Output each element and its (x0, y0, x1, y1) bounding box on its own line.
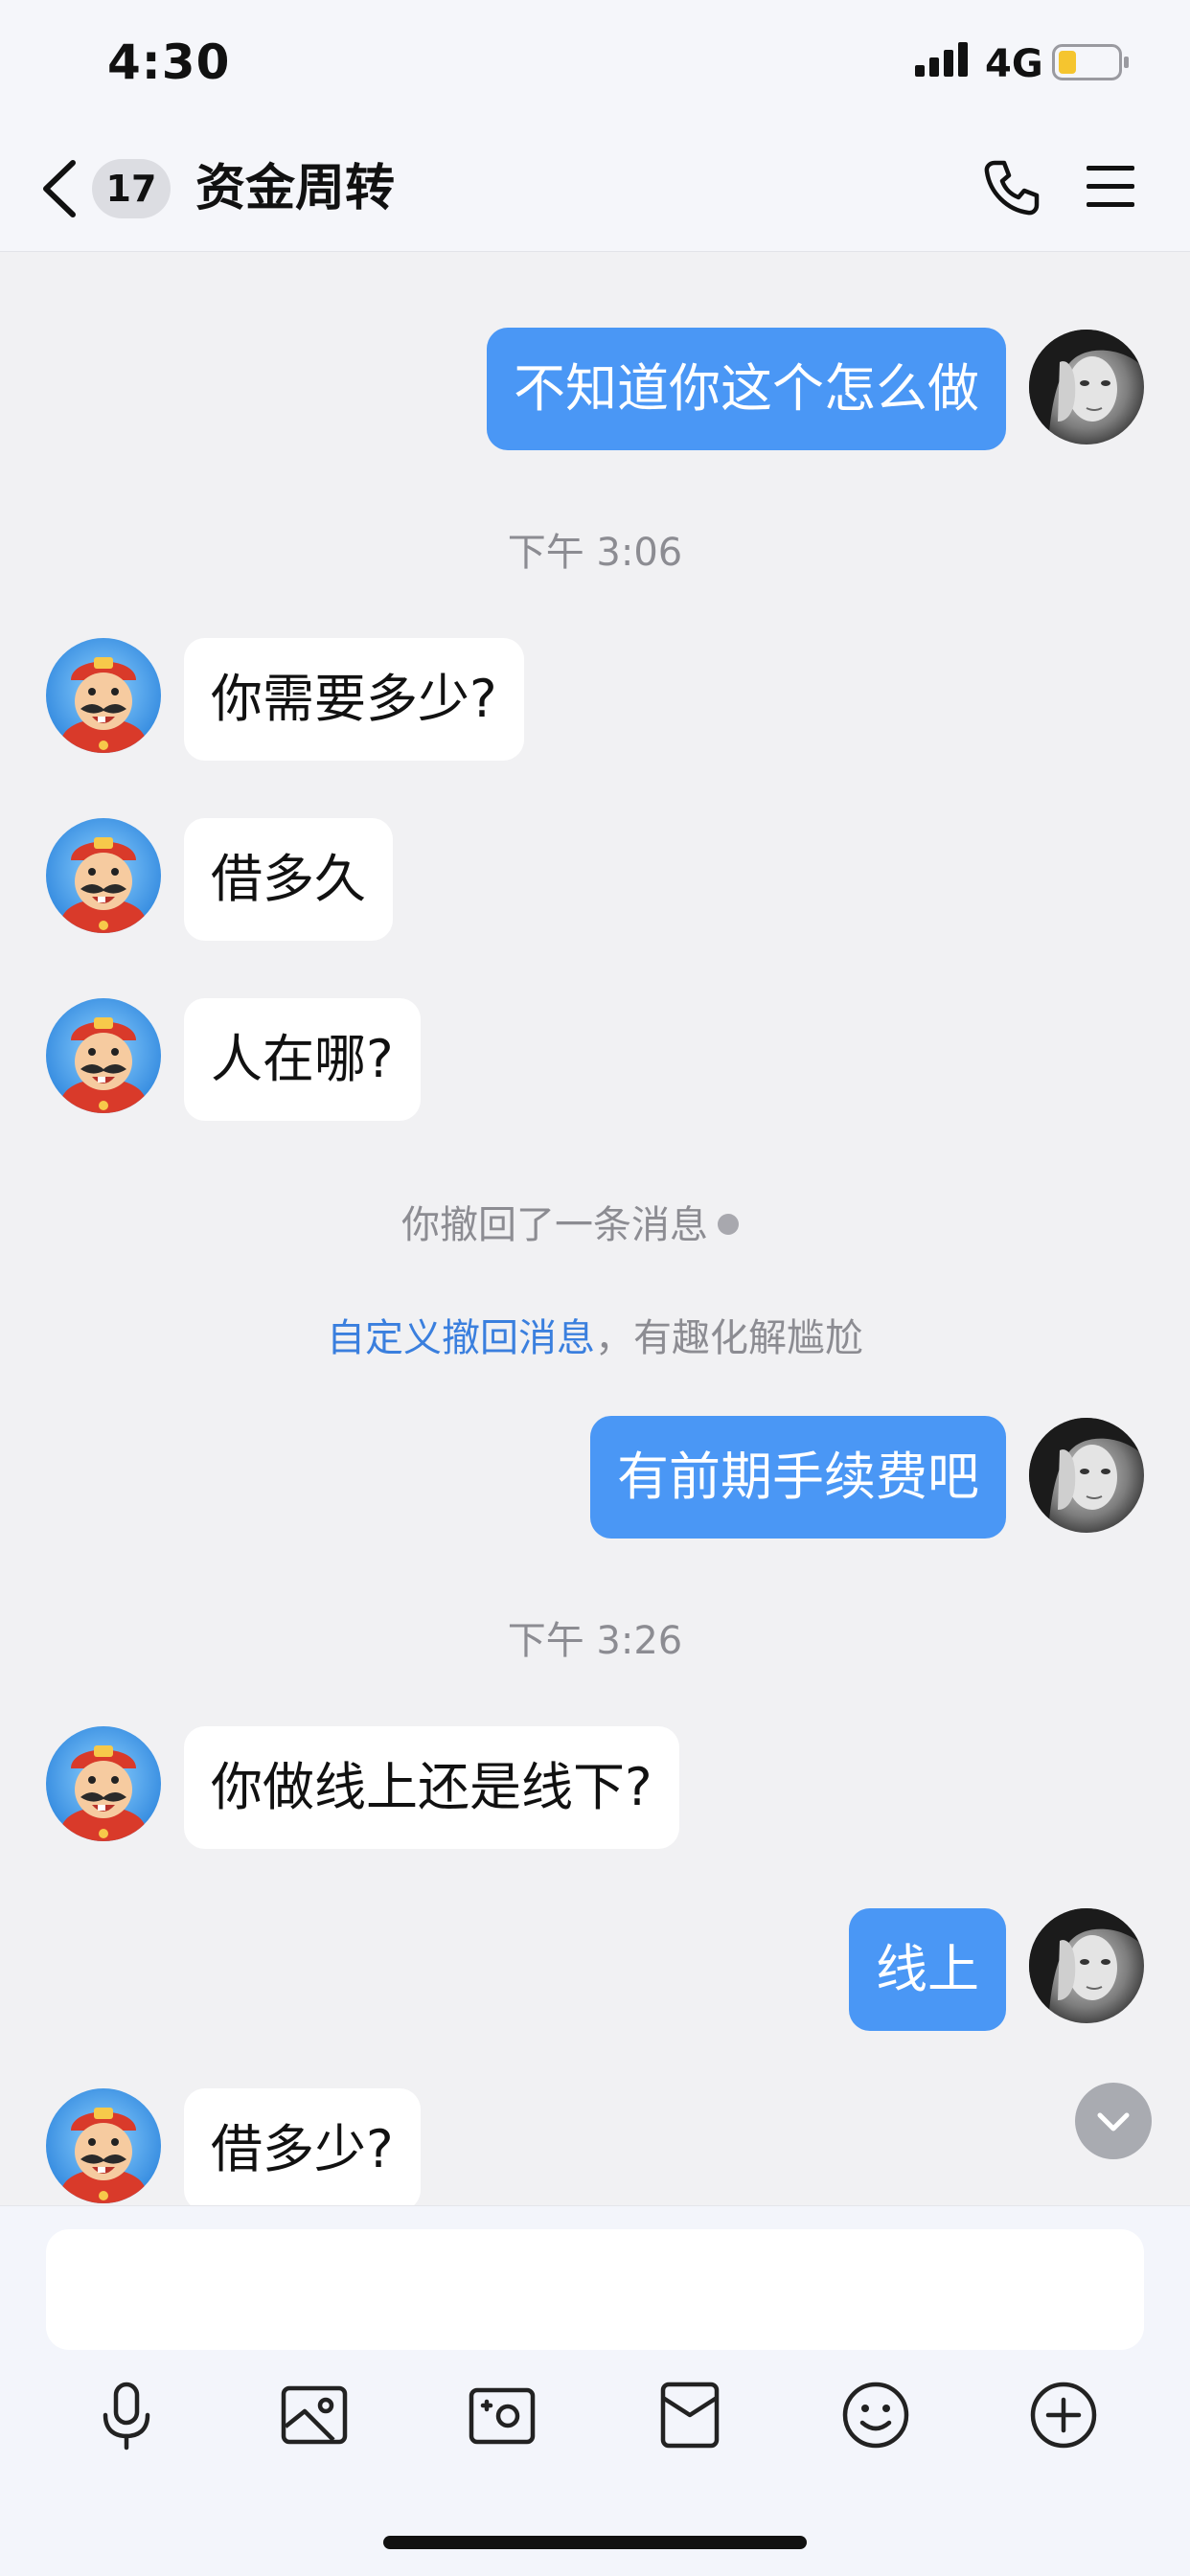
status-bar: 4:30 4G (0, 0, 1190, 125)
message-bubble-incoming[interactable]: 你做线上还是线下? (184, 1726, 679, 1849)
network-type: 4G (985, 42, 1043, 86)
contact-avatar[interactable] (46, 2088, 161, 2203)
phone-call-icon[interactable] (981, 157, 1042, 218)
timestamp: 下午 3:26 (507, 1619, 683, 1663)
contact-avatar[interactable] (46, 1726, 161, 1841)
message-bubble-incoming[interactable]: 借多久 (184, 818, 393, 941)
custom-recall-link[interactable]: 自定义撤回消息 (327, 1316, 595, 1360)
message-bubble-incoming[interactable]: 借多少? (184, 2088, 421, 2205)
plus-icon[interactable] (1025, 2377, 1102, 2453)
my-avatar[interactable] (1029, 330, 1144, 445)
message-composer (0, 2205, 1190, 2576)
recall-hint-text: ，有趣化解尴尬 (595, 1316, 863, 1360)
my-avatar[interactable] (1029, 1418, 1144, 1533)
battery-icon (1052, 44, 1129, 80)
menu-icon[interactable] (1085, 163, 1136, 211)
message-bubble-incoming[interactable]: 人在哪? (184, 998, 421, 1121)
red-packet-icon[interactable] (652, 2377, 728, 2453)
recall-hint: 自定义撤回消息，有趣化解尴尬 (0, 1307, 1190, 1362)
close-icon[interactable] (718, 1214, 739, 1235)
message-bubble-outgoing[interactable]: 线上 (849, 1908, 1006, 2031)
home-indicator[interactable] (383, 2536, 807, 2549)
image-icon[interactable] (276, 2377, 353, 2453)
back-arrow-icon[interactable] (38, 159, 80, 218)
recall-notice-text: 你撤回了一条消息 (401, 1203, 708, 1247)
contact-avatar[interactable] (46, 998, 161, 1113)
timestamp: 下午 3:06 (507, 531, 683, 575)
microphone-icon[interactable] (88, 2377, 165, 2453)
recall-notice: 你撤回了一条消息 (0, 1194, 1140, 1249)
chat-header: 17 资金周转 (0, 125, 1190, 252)
message-bubble-incoming[interactable]: 你需要多少? (184, 638, 524, 761)
message-bubble-outgoing[interactable]: 有前期手续费吧 (590, 1416, 1006, 1539)
chat-title: 资金周转 (195, 160, 396, 217)
unread-count-badge[interactable]: 17 (92, 159, 171, 218)
chevron-down-icon (1097, 2112, 1130, 2131)
my-avatar[interactable] (1029, 1908, 1144, 2023)
emoji-icon[interactable] (837, 2377, 914, 2453)
chat-message-list[interactable]: 不知道你这个怎么做 下午 3:06 你需要多少? 借多久 人在哪? 你撤回了一条… (0, 251, 1190, 2205)
message-input[interactable] (46, 2229, 1144, 2350)
contact-avatar[interactable] (46, 818, 161, 933)
camera-icon[interactable] (464, 2377, 540, 2453)
scroll-to-bottom-button[interactable] (1075, 2083, 1152, 2159)
status-time: 4:30 (107, 34, 231, 90)
cellular-signal-icon (915, 42, 968, 77)
message-bubble-outgoing[interactable]: 不知道你这个怎么做 (487, 328, 1006, 450)
contact-avatar[interactable] (46, 638, 161, 753)
